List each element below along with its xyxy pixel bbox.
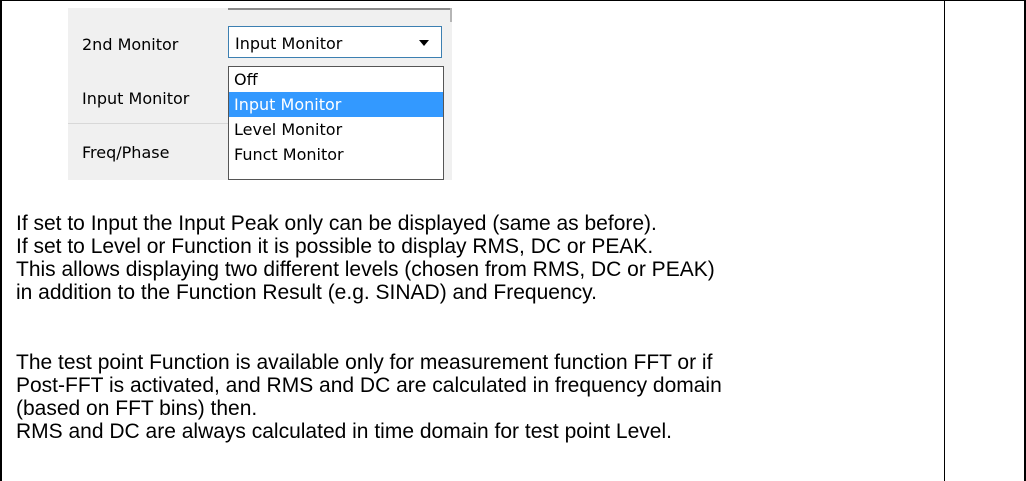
monitor-settings-screenshot: 2nd Monitor Input Monitor Freq/Phase Inp… bbox=[68, 8, 452, 180]
paragraph-1-line-4: in addition to the Function Result (e.g.… bbox=[16, 281, 597, 304]
paragraph-2-line-2: Post-FFT is activated, and RMS and DC ar… bbox=[16, 374, 722, 397]
panel-top-edge bbox=[228, 8, 452, 10]
paragraph-2-line-1: The test point Function is available onl… bbox=[16, 351, 713, 374]
dropdown-option-funct-monitor[interactable]: Funct Monitor bbox=[229, 142, 443, 167]
panel-right-edge bbox=[450, 8, 452, 22]
dropdown-option-input-monitor[interactable]: Input Monitor bbox=[229, 92, 443, 117]
paragraph-1-line-2: If set to Level or Function it is possib… bbox=[16, 235, 654, 258]
second-monitor-select[interactable]: Input Monitor bbox=[228, 26, 442, 58]
second-monitor-label: 2nd Monitor bbox=[82, 35, 179, 54]
dropdown-option-level-monitor[interactable]: Level Monitor bbox=[229, 117, 443, 142]
table-border-top bbox=[0, 0, 1026, 1]
paragraph-1-line-3: This allows displaying two different lev… bbox=[16, 258, 715, 281]
row-separator bbox=[68, 123, 228, 124]
input-monitor-label: Input Monitor bbox=[82, 89, 190, 108]
table-column-divider bbox=[944, 0, 945, 481]
monitor-dropdown-list: Off Input Monitor Level Monitor Funct Mo… bbox=[228, 66, 444, 180]
select-value: Input Monitor bbox=[235, 34, 343, 53]
paragraph-1-line-1: If set to Input the Input Peak only can … bbox=[16, 212, 657, 235]
chevron-down-icon[interactable] bbox=[419, 40, 429, 46]
freq-phase-label: Freq/Phase bbox=[82, 143, 170, 162]
dropdown-option-off[interactable]: Off bbox=[229, 67, 443, 92]
paragraph-2-line-4: RMS and DC are always calculated in time… bbox=[16, 420, 672, 443]
table-border-left bbox=[0, 0, 2, 481]
paragraph-2-line-3: (based on FFT bins) then. bbox=[16, 397, 258, 420]
